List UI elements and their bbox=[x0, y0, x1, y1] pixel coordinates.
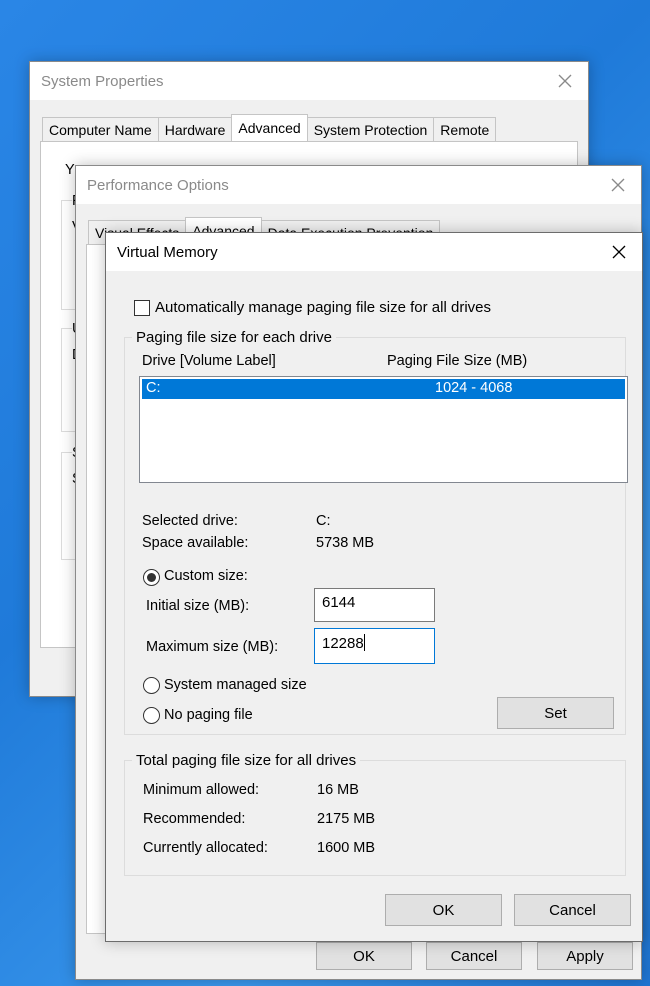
minimum-allowed-label: Minimum allowed: bbox=[143, 782, 260, 798]
drive-size: 1024 - 4068 bbox=[435, 380, 513, 396]
maximum-size-value: 12288 bbox=[322, 635, 364, 652]
paging-file-per-drive-group: Paging file size for each drive Drive [V… bbox=[124, 329, 628, 735]
no-paging-file-radio[interactable] bbox=[143, 707, 160, 724]
drive-letter: C: bbox=[146, 380, 161, 396]
group-title: Paging file size for each drive bbox=[132, 329, 336, 346]
recommended-value: 2175 MB bbox=[317, 811, 376, 827]
initial-size-label: Initial size (MB): bbox=[146, 598, 250, 614]
ok-button[interactable]: OK bbox=[385, 894, 502, 926]
virtual-memory-dialog: Virtual Memory Automatically manage pagi… bbox=[105, 232, 643, 942]
virtual-memory-titlebar[interactable]: Virtual Memory bbox=[106, 233, 642, 271]
recommended-label: Recommended: bbox=[143, 811, 246, 827]
partial-description: Y bbox=[65, 162, 75, 178]
selected-drive-value: C: bbox=[316, 513, 331, 529]
minimum-allowed-value: 16 MB bbox=[317, 782, 359, 798]
system-managed-radio[interactable] bbox=[143, 677, 160, 694]
tab-computer-name[interactable]: Computer Name bbox=[42, 117, 159, 141]
space-available-value: 5738 MB bbox=[316, 535, 375, 551]
system-properties-tabs: Computer Name Hardware Advanced System P… bbox=[42, 114, 497, 141]
performance-options-titlebar[interactable]: Performance Options bbox=[76, 166, 641, 204]
window-title: Performance Options bbox=[87, 177, 229, 194]
drive-listbox[interactable]: C: 1024 - 4068 bbox=[139, 376, 628, 483]
auto-manage-checkbox[interactable] bbox=[134, 300, 150, 316]
initial-size-value: 6144 bbox=[322, 594, 356, 611]
ok-button[interactable]: OK bbox=[316, 942, 412, 970]
tab-hardware[interactable]: Hardware bbox=[157, 117, 233, 141]
window-title: System Properties bbox=[41, 73, 164, 90]
system-managed-label[interactable]: System managed size bbox=[164, 677, 307, 693]
initial-size-input[interactable]: 6144 bbox=[314, 588, 435, 622]
currently-allocated-value: 1600 MB bbox=[317, 840, 376, 856]
close-icon[interactable] bbox=[542, 62, 588, 100]
text-caret bbox=[363, 634, 365, 651]
currently-allocated-label: Currently allocated: bbox=[143, 840, 268, 856]
cancel-button[interactable]: Cancel bbox=[514, 894, 631, 926]
radio-selected-dot bbox=[147, 573, 156, 582]
system-properties-titlebar[interactable]: System Properties bbox=[30, 62, 588, 100]
tab-remote[interactable]: Remote bbox=[433, 117, 497, 141]
tab-advanced[interactable]: Advanced bbox=[231, 114, 308, 141]
group-title: Total paging file size for all drives bbox=[132, 752, 361, 769]
cancel-button[interactable]: Cancel bbox=[426, 942, 522, 970]
drive-row[interactable]: C: 1024 - 4068 bbox=[142, 379, 625, 399]
window-title: Virtual Memory bbox=[117, 244, 218, 261]
auto-manage-label[interactable]: Automatically manage paging file size fo… bbox=[155, 299, 491, 316]
maximum-size-label: Maximum size (MB): bbox=[146, 639, 279, 655]
column-header-drive: Drive [Volume Label] bbox=[142, 353, 276, 369]
selected-drive-label: Selected drive: bbox=[142, 513, 238, 529]
total-paging-file-group: Total paging file size for all drives Mi… bbox=[124, 752, 626, 876]
maximum-size-input[interactable]: 12288 bbox=[314, 628, 435, 664]
close-icon[interactable] bbox=[596, 233, 642, 271]
column-header-size: Paging File Size (MB) bbox=[387, 353, 528, 369]
apply-button[interactable]: Apply bbox=[537, 942, 633, 970]
custom-size-label[interactable]: Custom size: bbox=[164, 568, 248, 584]
tab-system-protection[interactable]: System Protection bbox=[306, 117, 435, 141]
custom-size-radio[interactable] bbox=[143, 569, 160, 586]
set-button[interactable]: Set bbox=[497, 697, 614, 729]
close-icon[interactable] bbox=[595, 166, 641, 204]
space-available-label: Space available: bbox=[142, 535, 249, 551]
no-paging-file-label[interactable]: No paging file bbox=[164, 707, 253, 723]
